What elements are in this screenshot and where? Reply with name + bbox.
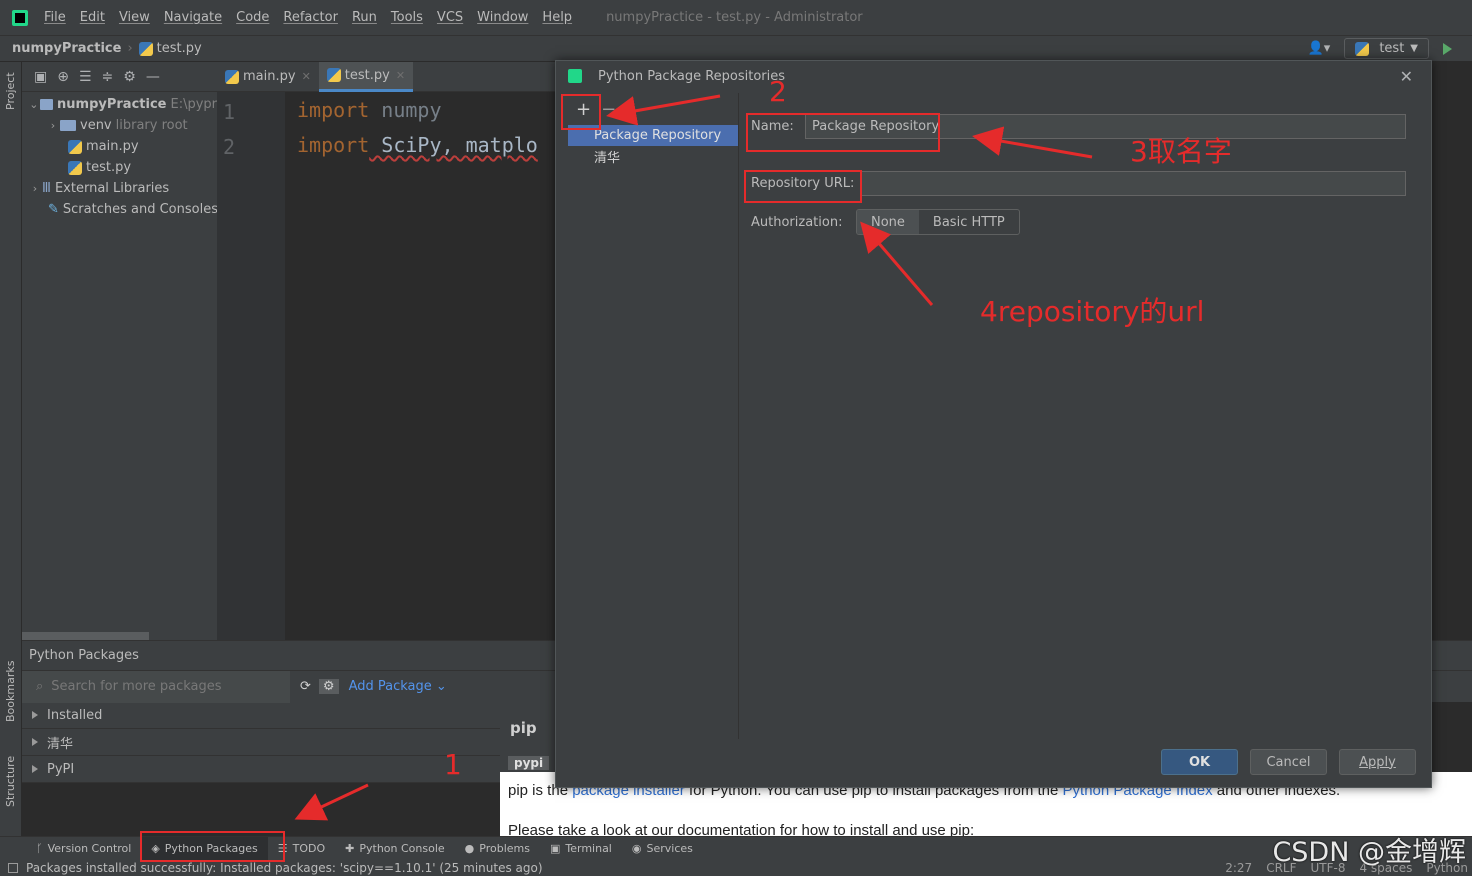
arrow-to-name-field: [972, 126, 1093, 159]
arrow-to-url-field: [860, 221, 934, 306]
arrow-to-add-button: [606, 94, 721, 126]
annotation-arrows: [294, 94, 1093, 821]
csdn-watermark: CSDN @金增辉: [1272, 837, 1466, 868]
arrow-to-python-packages: [294, 783, 369, 821]
